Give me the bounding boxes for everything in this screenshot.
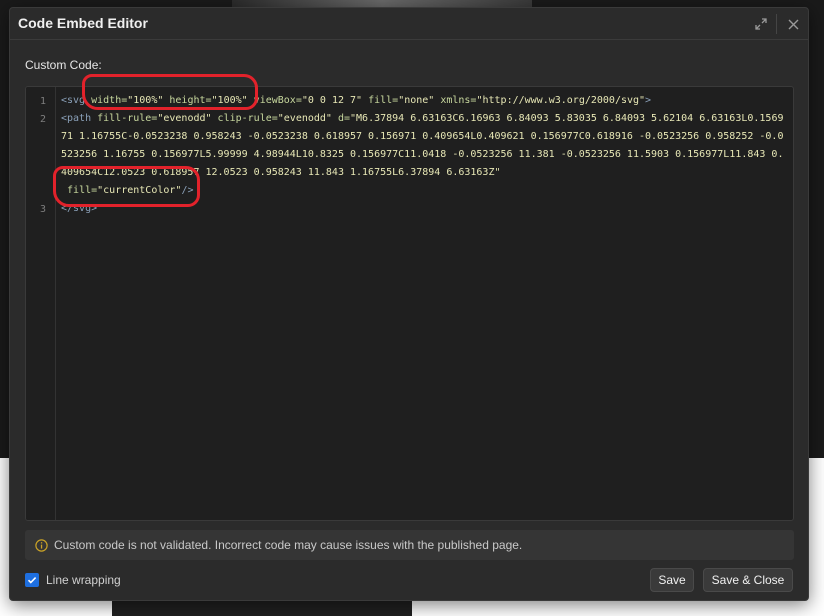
custom-code-label: Custom Code: (25, 58, 102, 72)
code-token: "evenodd" (157, 113, 212, 124)
code-token: "none" (398, 95, 435, 106)
code-token: fill-rule= (97, 113, 158, 124)
expand-icon (755, 18, 767, 30)
code-token: <svg (61, 95, 92, 106)
info-icon (35, 538, 48, 552)
code-token: > (645, 95, 652, 106)
line-number: 3 (39, 204, 46, 215)
checkmark-icon (27, 577, 37, 584)
code-token: "100%" (127, 95, 164, 106)
code-token: </svg> (61, 203, 98, 214)
expand-button[interactable] (750, 13, 772, 35)
background-image-bottom (112, 600, 412, 616)
close-button[interactable] (782, 13, 804, 35)
code-editor[interactable]: 1 2 3 <svg width="100%" height="100%" vi… (25, 86, 794, 521)
code-token: d= (331, 113, 351, 124)
header-divider (776, 14, 777, 34)
code-token: "currentColor" (97, 185, 182, 196)
code-line-1: <svg width="100%" height="100%" viewBox=… (61, 92, 789, 110)
save-and-close-button[interactable]: Save & Close (703, 568, 793, 592)
line-wrapping-toggle[interactable]: Line wrapping (25, 573, 121, 587)
line-number-gutter: 1 2 3 (26, 87, 56, 520)
code-token: "0 0 12 7" (301, 95, 363, 106)
notice-text: Custom code is not validated. Incorrect … (54, 538, 523, 552)
code-token: "100%" (211, 95, 248, 106)
code-token: "evenodd" (277, 113, 332, 124)
code-token: height= (163, 95, 212, 106)
close-icon (788, 19, 798, 29)
modal-title: Code Embed Editor (18, 15, 148, 31)
code-embed-editor-modal: Code Embed Editor Custom Code: 1 2 3 <sv… (9, 7, 809, 601)
code-token: <path (61, 113, 98, 124)
save-button[interactable]: Save (650, 568, 694, 592)
line-number: 1 (39, 96, 46, 107)
code-line-2: <path fill-rule="evenodd" clip-rule="eve… (61, 110, 789, 200)
line-number: 2 (39, 114, 46, 125)
code-token: "http://www.w3.org/2000/svg" (476, 95, 646, 106)
code-token: width= (91, 95, 128, 106)
code-token: fill= (362, 95, 399, 106)
line-wrapping-label: Line wrapping (46, 573, 121, 587)
code-token: fill= (61, 185, 98, 196)
code-token: /> (181, 185, 194, 196)
code-token: clip-rule= (211, 113, 278, 124)
code-content[interactable]: <svg width="100%" height="100%" viewBox=… (61, 92, 789, 218)
modal-header: Code Embed Editor (10, 8, 808, 40)
line-wrapping-checkbox[interactable] (25, 573, 39, 587)
code-token: xmlns= (434, 95, 477, 106)
code-token: viewBox= (247, 95, 302, 106)
validation-notice: Custom code is not validated. Incorrect … (25, 530, 794, 560)
code-line-3: </svg> (61, 200, 789, 218)
